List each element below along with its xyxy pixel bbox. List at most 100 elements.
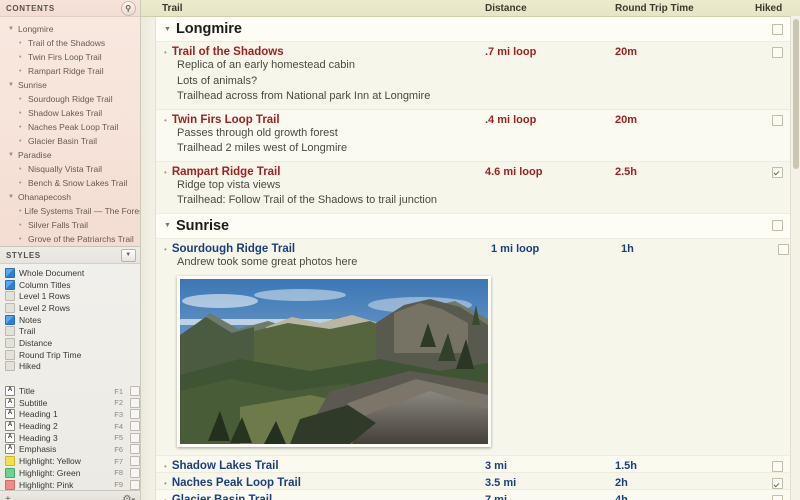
search-icon[interactable]: ⚲ bbox=[121, 0, 136, 16]
table-group-row[interactable]: ▼ Longmire bbox=[141, 17, 800, 42]
style-row[interactable]: Round Trip Time bbox=[0, 349, 140, 361]
table-row[interactable]: • Twin Firs Loop Trail Passes through old … bbox=[141, 109, 800, 162]
table-row[interactable]: • Trail of the Shadows Replica of an early… bbox=[141, 42, 800, 110]
hiked-checkbox[interactable] bbox=[772, 47, 783, 58]
disclosure-triangle-icon[interactable]: ▼ bbox=[8, 26, 16, 32]
round-trip-time-cell[interactable]: 20m bbox=[615, 110, 755, 161]
column-header-round-trip-time[interactable]: Round Trip Time bbox=[615, 3, 755, 14]
hiked-checkbox[interactable] bbox=[772, 23, 783, 35]
trail-name[interactable]: Twin Firs Loop Trail bbox=[172, 114, 280, 126]
scrollbar-thumb[interactable] bbox=[792, 19, 799, 169]
style-row[interactable]: A Subtitle F2 bbox=[0, 397, 140, 409]
style-checkbox[interactable] bbox=[130, 397, 140, 408]
trail-name[interactable]: Sourdough Ridge Trail bbox=[172, 243, 295, 255]
style-checkbox[interactable] bbox=[130, 409, 140, 420]
round-trip-time-cell[interactable]: 4h bbox=[615, 490, 755, 500]
style-row[interactable]: Column Titles bbox=[0, 279, 140, 291]
disclosure-triangle-icon[interactable]: ▼ bbox=[8, 152, 16, 158]
trail-name[interactable]: Rampart Ridge Trail bbox=[172, 166, 281, 178]
toc-item[interactable]: • Silver Falls Trail bbox=[0, 218, 140, 232]
style-row[interactable]: Trail bbox=[0, 325, 140, 337]
hiked-checkbox[interactable] bbox=[772, 166, 783, 178]
gear-icon[interactable]: ⚙▾ bbox=[123, 494, 135, 500]
round-trip-time-cell[interactable]: 2h bbox=[615, 473, 755, 489]
distance-cell[interactable]: 3 mi bbox=[485, 456, 615, 472]
mountain-ridge-landscape-photo[interactable] bbox=[177, 276, 491, 447]
toc-item[interactable]: • Shadow Lakes Trail bbox=[0, 106, 140, 120]
style-row[interactable]: Highlight: Yellow F7 bbox=[0, 455, 140, 467]
round-trip-time-cell[interactable]: 20m bbox=[615, 42, 755, 109]
round-trip-time-cell[interactable]: 1.5h bbox=[615, 456, 755, 472]
toc-item[interactable]: • Nisqually Vista Trail bbox=[0, 162, 140, 176]
toc-item[interactable]: • Grove of the Patriarchs Trail bbox=[0, 232, 140, 246]
column-header-trail[interactable]: Trail bbox=[141, 3, 485, 14]
table-row[interactable]: •Glacier Basin Trail7 mi 4h bbox=[141, 490, 800, 500]
style-row[interactable]: A Heading 1 F3 bbox=[0, 409, 140, 421]
trail-name[interactable]: Shadow Lakes Trail bbox=[172, 460, 279, 472]
style-row[interactable]: A Heading 2 F4 bbox=[0, 420, 140, 432]
table-row[interactable]: • Naches Peak Loop Trail 3.5 mi 2h bbox=[141, 473, 800, 490]
toc-group[interactable]: ▼ Sunrise bbox=[0, 78, 140, 92]
hiked-checkbox[interactable] bbox=[772, 114, 783, 126]
column-header-distance[interactable]: Distance bbox=[485, 3, 615, 14]
trail-name[interactable]: Trail of the Shadows bbox=[172, 46, 284, 58]
disclosure-triangle-icon[interactable]: ▼ bbox=[8, 194, 16, 200]
round-trip-time-cell[interactable]: 1h bbox=[621, 239, 761, 456]
trail-name[interactable]: Glacier Basin Trail bbox=[172, 494, 272, 500]
table-row[interactable]: • Rampart Ridge Trail Ridge top vista view… bbox=[141, 161, 800, 214]
style-checkbox[interactable] bbox=[130, 444, 140, 455]
distance-cell[interactable]: 1 mi loop bbox=[491, 239, 621, 456]
table-row[interactable]: • Shadow Lakes Trail 3 mi 1.5h bbox=[141, 456, 800, 473]
style-row[interactable]: Highlight: Pink F9 bbox=[0, 479, 140, 491]
distance-cell[interactable]: 4.6 mi loop bbox=[485, 162, 615, 213]
toc-item[interactable]: • Twin Firs Loop Trail bbox=[0, 50, 140, 64]
round-trip-time-cell[interactable]: 2.5h bbox=[615, 162, 755, 213]
column-header-hiked[interactable]: Hiked bbox=[755, 3, 800, 14]
toc-item[interactable]: • Naches Peak Loop Trail bbox=[0, 120, 140, 134]
chevron-down-icon[interactable]: ▼ bbox=[121, 248, 136, 262]
trail-name[interactable]: Naches Peak Loop Trail bbox=[172, 477, 301, 489]
hiked-checkbox[interactable] bbox=[778, 243, 789, 255]
style-checkbox[interactable] bbox=[130, 456, 140, 467]
toc-group[interactable]: ▼ Paradise bbox=[0, 148, 140, 162]
style-row[interactable]: Hiked bbox=[0, 361, 140, 373]
disclosure-triangle-icon[interactable]: ▼ bbox=[164, 222, 171, 229]
toc-item[interactable]: • Rampart Ridge Trail bbox=[0, 64, 140, 78]
toc-group[interactable]: ▼ Ohanapecosh bbox=[0, 190, 140, 204]
hiked-checkbox[interactable] bbox=[772, 220, 783, 231]
distance-cell[interactable]: 7 mi bbox=[485, 490, 615, 500]
style-checkbox[interactable] bbox=[130, 479, 140, 490]
distance-cell[interactable]: 3.5 mi bbox=[485, 473, 615, 489]
style-row[interactable]: Level 2 Rows bbox=[0, 302, 140, 314]
plus-icon[interactable]: + bbox=[5, 494, 11, 500]
style-row[interactable]: Distance bbox=[0, 337, 140, 349]
style-row[interactable]: Whole Document bbox=[0, 267, 140, 279]
toc-item[interactable]: • Trail of the Shadows bbox=[0, 36, 140, 50]
toc-item[interactable]: • Sourdough Ridge Trail bbox=[0, 92, 140, 106]
style-checkbox[interactable] bbox=[130, 386, 140, 397]
toc-item[interactable]: • Glacier Basin Trail bbox=[0, 134, 140, 148]
hiked-checkbox[interactable] bbox=[772, 478, 783, 489]
style-checkbox[interactable] bbox=[130, 467, 140, 478]
photo-attachment[interactable] bbox=[164, 270, 491, 455]
style-checkbox[interactable] bbox=[130, 432, 140, 443]
style-row[interactable]: Notes bbox=[0, 314, 140, 326]
style-row[interactable]: Level 1 Rows bbox=[0, 290, 140, 302]
table-group-row[interactable]: ▼ Sunrise bbox=[141, 213, 800, 239]
hiked-checkbox[interactable] bbox=[772, 461, 783, 472]
disclosure-triangle-icon[interactable]: ▼ bbox=[164, 26, 171, 33]
distance-cell[interactable]: .4 mi loop bbox=[485, 110, 615, 161]
toc-item[interactable]: • Bench & Snow Lakes Trail bbox=[0, 176, 140, 190]
style-row[interactable]: Highlight: Green F8 bbox=[0, 467, 140, 479]
disclosure-triangle-icon[interactable]: ▼ bbox=[8, 82, 16, 88]
toc-item[interactable]: •Life Systems Trail — The Forests... bbox=[0, 204, 140, 218]
style-row[interactable]: A Heading 3 F5 bbox=[0, 432, 140, 444]
vertical-scrollbar[interactable] bbox=[790, 16, 800, 500]
toc-group[interactable]: ▼ Longmire bbox=[0, 22, 140, 36]
style-row[interactable]: A Title F1 bbox=[0, 385, 140, 397]
style-checkbox[interactable] bbox=[130, 421, 140, 432]
table-row[interactable]: • Sourdough Ridge Trail Andrew took some g… bbox=[141, 238, 800, 456]
style-row[interactable]: A Emphasis F6 bbox=[0, 444, 140, 456]
hiked-checkbox[interactable] bbox=[772, 495, 783, 500]
distance-cell[interactable]: .7 mi loop bbox=[485, 42, 615, 109]
